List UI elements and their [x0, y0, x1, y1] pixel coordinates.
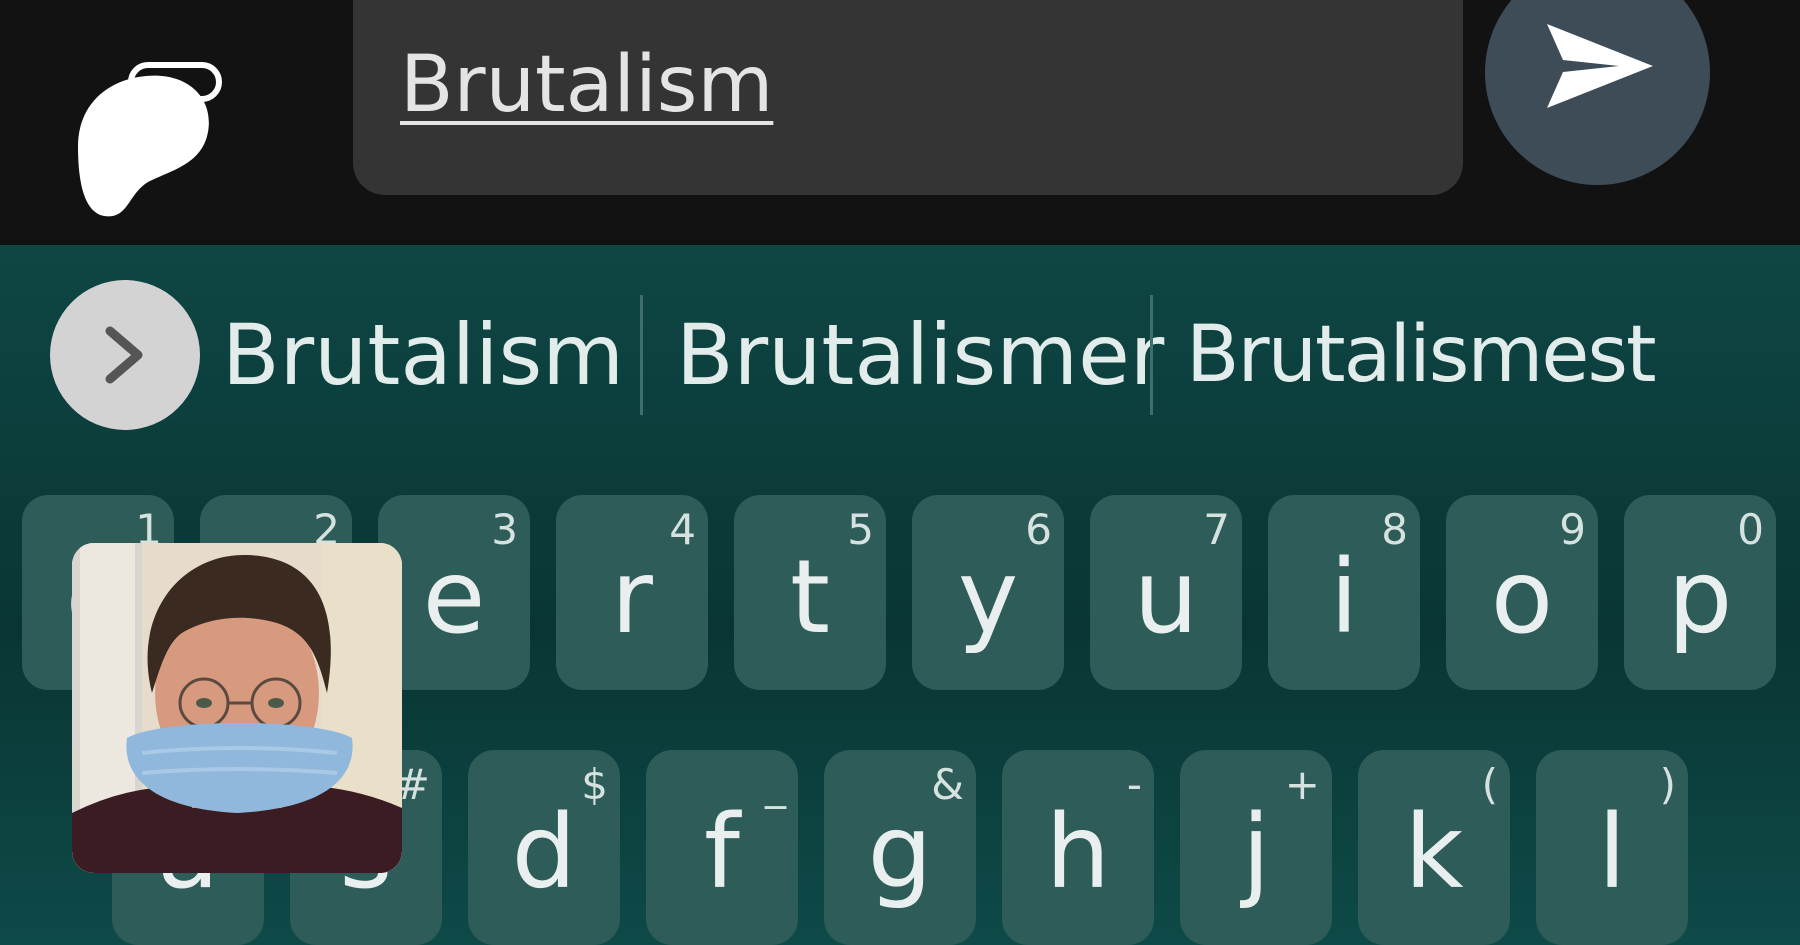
- key-label: u: [1133, 538, 1199, 657]
- send-button[interactable]: [1485, 0, 1710, 185]
- key-h[interactable]: -h: [1002, 750, 1154, 945]
- key-label: k: [1404, 793, 1464, 912]
- avatar-photo: [72, 543, 402, 873]
- chevron-right-icon: [105, 326, 143, 384]
- key-label: i: [1329, 538, 1359, 657]
- key-label: p: [1667, 538, 1733, 657]
- screen: Brutalism Brutalism Brutalismer Brutalis…: [0, 0, 1800, 945]
- suggestion-2[interactable]: Brutalismer: [676, 305, 1164, 405]
- suggestion-divider: [1150, 295, 1153, 415]
- send-icon: [1547, 24, 1653, 108]
- key-k[interactable]: (k: [1358, 750, 1510, 945]
- key-label: t: [790, 538, 830, 657]
- key-label: y: [957, 538, 1019, 657]
- key-label: r: [611, 538, 653, 657]
- key-u[interactable]: 7u: [1090, 495, 1242, 690]
- key-g[interactable]: & g: [824, 750, 976, 945]
- key-label: j: [1241, 793, 1271, 912]
- message-input-text[interactable]: Brutalism: [400, 40, 773, 130]
- key-label: f: [704, 793, 740, 912]
- suggestion-divider: [640, 295, 643, 415]
- key-t[interactable]: 5t: [734, 495, 886, 690]
- key-f[interactable]: _ f: [646, 750, 798, 945]
- key-label: g: [867, 793, 933, 912]
- expand-suggestions-button[interactable]: [50, 280, 200, 430]
- key-d[interactable]: $ d: [468, 750, 620, 945]
- suggestion-3[interactable]: Brutalismest: [1186, 305, 1657, 405]
- key-r[interactable]: 4r: [556, 495, 708, 690]
- key-l[interactable]: ) l: [1536, 750, 1688, 945]
- key-label: l: [1597, 793, 1627, 912]
- key-y[interactable]: 6y: [912, 495, 1064, 690]
- key-label: d: [511, 793, 577, 912]
- avatar: [72, 543, 402, 873]
- key-j[interactable]: + j: [1180, 750, 1332, 945]
- key-label: o: [1490, 538, 1554, 657]
- suggestion-1[interactable]: Brutalism: [222, 305, 624, 405]
- key-i[interactable]: 8i: [1268, 495, 1420, 690]
- key-label: h: [1045, 793, 1111, 912]
- compose-bar: Brutalism: [0, 0, 1800, 245]
- key-p[interactable]: 0p: [1624, 495, 1776, 690]
- patreon-logo: [78, 75, 209, 217]
- key-o[interactable]: 9o: [1446, 495, 1598, 690]
